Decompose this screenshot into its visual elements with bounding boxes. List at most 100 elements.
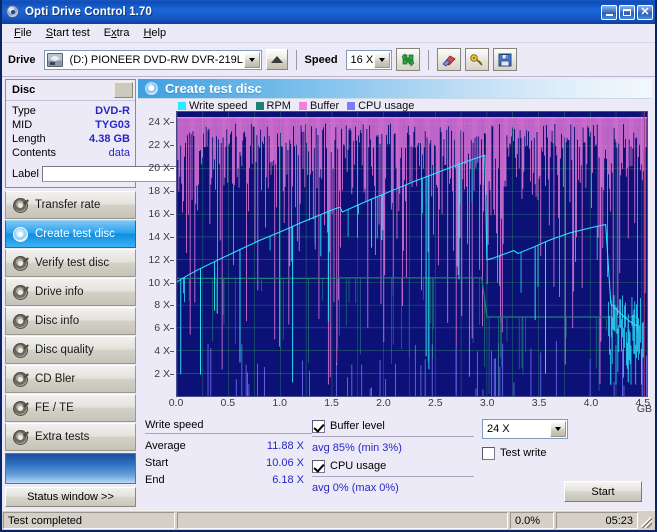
- eject-button[interactable]: [265, 49, 288, 70]
- chart-y-axis: 2 X 4 X 6 X 8 X 10 X 12 X 14 X 16 X 18 X 20 X 22 X…: [138, 111, 174, 397]
- sidebar-item-create-test-disc[interactable]: Create test disc: [5, 220, 136, 248]
- refresh-button[interactable]: [395, 48, 420, 71]
- legend-item-rpm: RPM: [255, 100, 291, 112]
- y-tick-label: 6 X: [154, 322, 170, 335]
- chart-plot-area: [176, 111, 648, 397]
- sidebar-item-cd-bler-label: CD Bler: [35, 373, 76, 385]
- sidebar-item-fe-te[interactable]: FE / TE: [5, 394, 136, 422]
- menu-file[interactable]: FFileile: [7, 26, 39, 40]
- window-title: Opti Drive Control 1.70: [25, 6, 152, 18]
- cpu-stats-text: avg 0% (max 0%): [312, 482, 399, 494]
- sidebar-item-drive-info-label: Drive info: [35, 286, 84, 298]
- status-window-button[interactable]: Status window >>: [5, 487, 136, 507]
- legend-label-write-speed: Write speed: [189, 100, 248, 112]
- save-button[interactable]: [492, 48, 517, 71]
- speed-select-value: 16 X: [350, 53, 373, 66]
- menu-bar: FFileile Start test Extra Help: [2, 24, 655, 43]
- app-window: Opti Drive Control 1.70 ✕ FFileile Start…: [0, 0, 657, 532]
- disc-row-type: Type DVD-R: [12, 104, 130, 118]
- x-tick-label: 1.5: [324, 397, 339, 409]
- disc-row-length-value: 4.38 GB: [89, 133, 130, 145]
- buffer-stats-text: avg 85% (min 3%): [312, 442, 402, 454]
- eject-icon: [270, 56, 283, 63]
- title-bar: Opti Drive Control 1.70 ✕: [2, 0, 655, 24]
- cpu-usage-row[interactable]: CPU usage: [312, 459, 482, 473]
- disc-row-contents: Contents data: [12, 146, 130, 160]
- menu-extra[interactable]: Extra: [97, 26, 137, 40]
- y-tick-label: 12 X: [148, 253, 170, 266]
- disc-quality-icon: [13, 342, 29, 358]
- cpu-divider: [312, 476, 474, 477]
- x-tick-label: 2.0: [376, 397, 391, 409]
- y-tick-label: 10 X: [148, 276, 170, 289]
- key-button[interactable]: [464, 48, 489, 71]
- speed-select-chevron-down-icon[interactable]: [373, 51, 390, 68]
- disc-row-mid-key: MID: [12, 119, 33, 131]
- buffer-divider: [312, 436, 474, 437]
- sidebar-item-drive-info[interactable]: Drive info: [5, 278, 136, 306]
- test-write-checkbox[interactable]: [482, 446, 495, 460]
- disc-panel-title: Disc: [12, 84, 36, 96]
- sidebar: Disc Type DVD-R MID TYG03 Length 4.38 GB: [2, 77, 247, 510]
- y-tick-mark: [170, 191, 174, 193]
- sidebar-item-disc-info[interactable]: Disc info: [5, 307, 136, 335]
- disc-row-type-value: DVD-R: [95, 105, 130, 117]
- y-tick-mark: [170, 145, 174, 147]
- disc-create-icon: [145, 82, 158, 95]
- legend-item-buffer: Buffer: [298, 100, 340, 112]
- buffer-level-checkbox[interactable]: [312, 419, 325, 433]
- stat-row-average: Average 11.88 X: [145, 438, 312, 455]
- disc-row-mid: MID TYG03: [12, 118, 130, 132]
- main-body: Disc Type DVD-R MID TYG03 Length 4.38 GB: [2, 77, 655, 510]
- sidebar-item-disc-quality-label: Disc quality: [35, 344, 94, 356]
- maximize-icon: [623, 8, 631, 16]
- erase-button[interactable]: [436, 48, 461, 71]
- sidebar-item-transfer-rate[interactable]: Transfer rate: [5, 191, 136, 219]
- sidebar-item-disc-quality[interactable]: Disc quality: [5, 336, 136, 364]
- drive-select[interactable]: (D:) PIONEER DVD-RW DVR-219L 1.02: [43, 49, 262, 70]
- menu-start-test[interactable]: Start test: [39, 26, 97, 40]
- progress-percent: 0.0%: [510, 512, 554, 529]
- y-tick-mark: [170, 122, 174, 124]
- start-button[interactable]: Start: [564, 481, 642, 502]
- close-icon: ✕: [640, 5, 650, 18]
- speed-select[interactable]: 16 X: [345, 49, 392, 70]
- maximize-button[interactable]: [619, 4, 635, 20]
- x-tick-label: 0.0: [168, 397, 184, 409]
- sidebar-item-extra-tests[interactable]: Extra tests: [5, 423, 136, 451]
- y-tick-label: 18 X: [148, 185, 170, 198]
- menu-help[interactable]: Help: [136, 26, 173, 40]
- drive-icon: [46, 52, 63, 67]
- sidebar-item-verify-test-disc[interactable]: Verify test disc: [5, 249, 136, 277]
- resize-grip[interactable]: [640, 512, 654, 529]
- disc-row-length-key: Length: [12, 133, 46, 145]
- y-tick-mark: [170, 305, 174, 307]
- chart-x-unit: GB: [636, 403, 652, 415]
- x-tick-label: 0.5: [220, 397, 236, 409]
- sidebar-item-fe-te-label: FE / TE: [35, 402, 74, 414]
- x-tick-label: 2.5: [428, 397, 443, 409]
- buffer-level-row[interactable]: Buffer level: [312, 419, 482, 433]
- minimize-button[interactable]: [601, 4, 617, 20]
- cpu-usage-checkbox[interactable]: [312, 459, 325, 473]
- legend-item-cpu-usage: CPU usage: [347, 100, 414, 112]
- close-button[interactable]: ✕: [637, 4, 653, 20]
- stat-average-value: 11.88 X: [266, 440, 304, 452]
- write-speed-select[interactable]: 24 X: [482, 419, 568, 439]
- test-write-label: Test write: [500, 447, 547, 459]
- save-icon: [498, 53, 511, 66]
- legend-label-buffer: Buffer: [309, 100, 340, 112]
- disc-panel-button[interactable]: [114, 82, 133, 98]
- speed-label: Speed: [304, 53, 338, 66]
- y-tick-label: 16 X: [148, 207, 170, 220]
- toolbar: Drive (D:) PIONEER DVD-RW DVR-219L 1.02 …: [2, 43, 655, 77]
- drive-select-chevron-down-icon[interactable]: [243, 51, 260, 68]
- sidebar-item-cd-bler[interactable]: CD Bler: [5, 365, 136, 393]
- status-pane: [5, 453, 136, 484]
- test-write-row[interactable]: Test write: [482, 446, 650, 460]
- write-speed-select-chevron-down-icon[interactable]: [550, 421, 566, 437]
- legend-item-write-speed: Write speed: [178, 100, 248, 112]
- progress-bar: [177, 512, 508, 529]
- y-tick-mark: [170, 374, 174, 376]
- panel-header: Create test disc: [138, 79, 652, 99]
